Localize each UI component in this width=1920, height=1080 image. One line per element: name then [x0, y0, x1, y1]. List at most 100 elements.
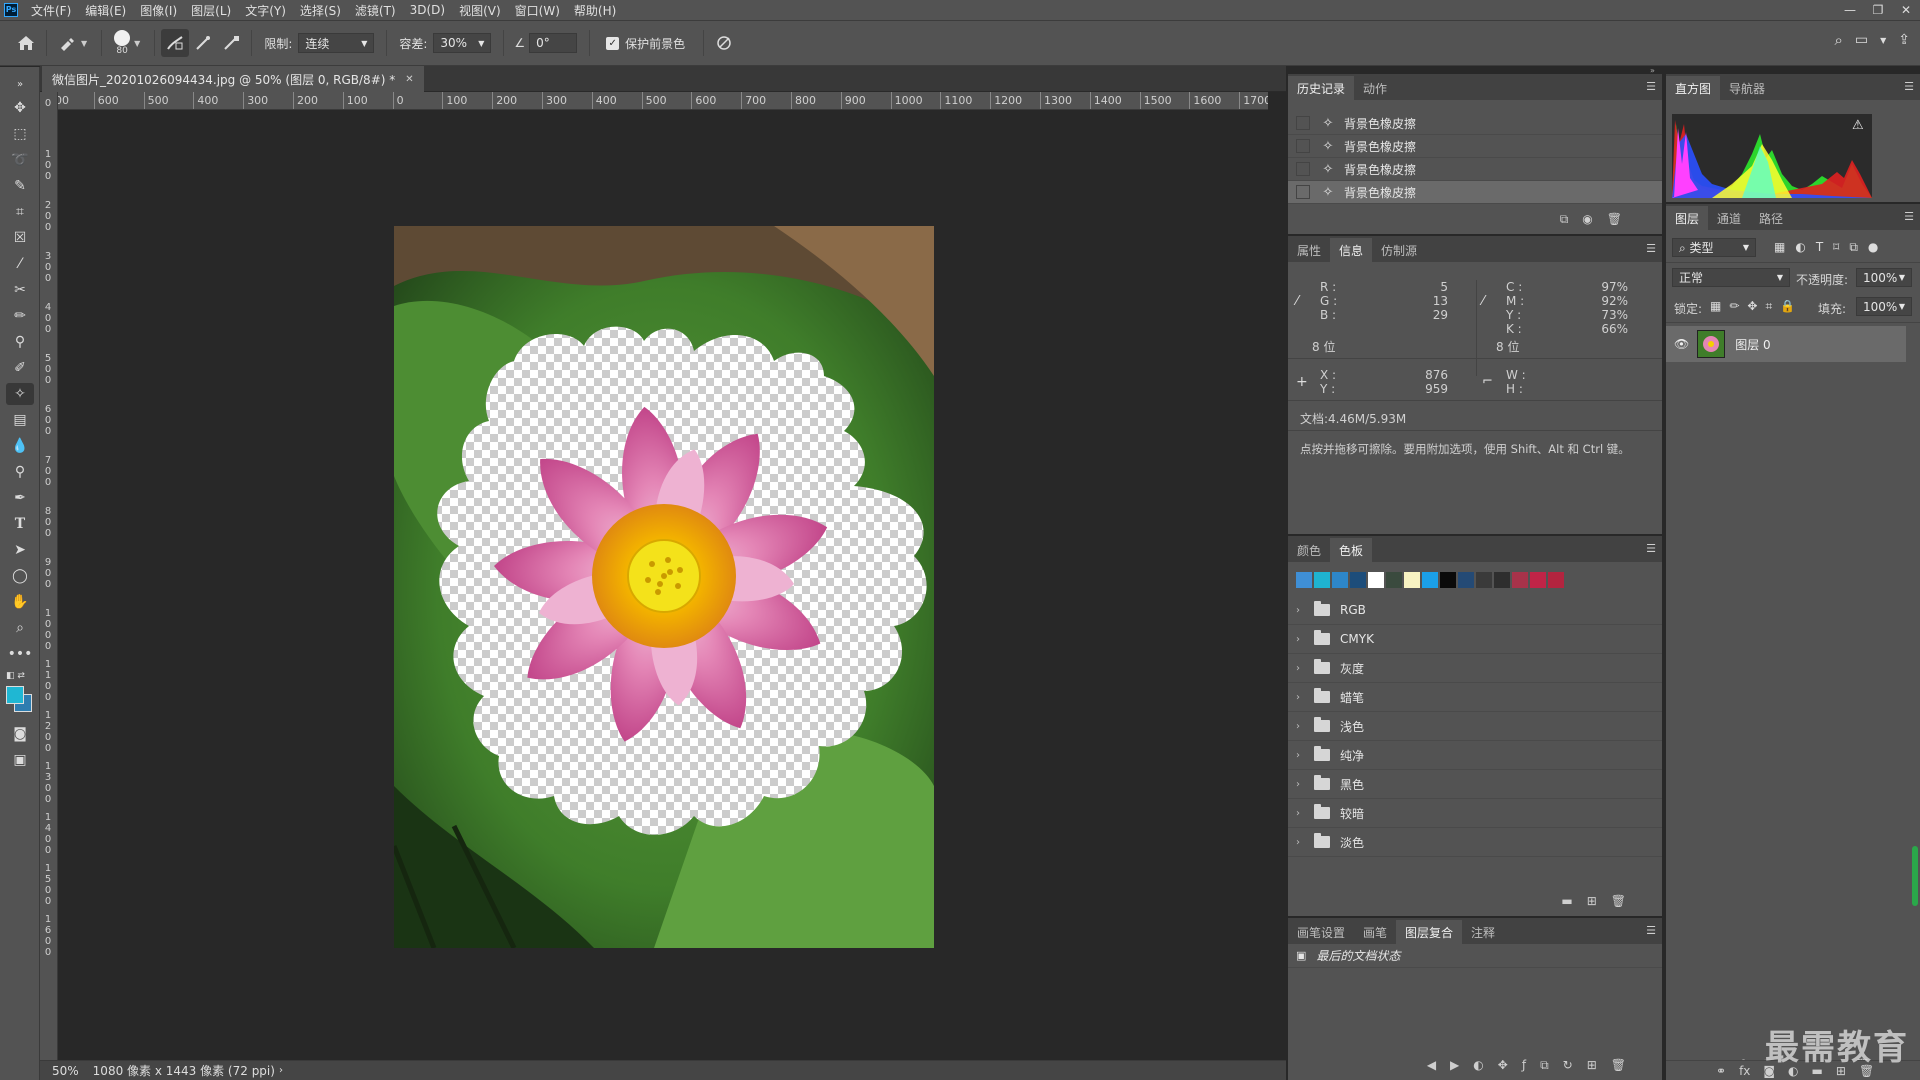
- tab-clone-source[interactable]: 仿制源: [1372, 238, 1426, 262]
- layer-filter-select[interactable]: ⌕ 类型 ▼: [1672, 238, 1756, 257]
- tab-swatches[interactable]: 色板: [1330, 538, 1373, 562]
- layer-row[interactable]: 👁 图层 0: [1666, 326, 1906, 362]
- horizontal-ruler[interactable]: 7006005004003002001000100200300400500600…: [58, 92, 1268, 110]
- blur-tool-icon[interactable]: 💧: [6, 435, 34, 457]
- ellipse-tool-icon[interactable]: ◯: [6, 565, 34, 587]
- history-item[interactable]: ✧ 背景色橡皮擦: [1288, 112, 1662, 135]
- history-snapshot-checkbox[interactable]: [1296, 116, 1310, 130]
- apply-comp-icon[interactable]: ▣: [1296, 949, 1306, 962]
- color-swatch[interactable]: [1296, 572, 1312, 588]
- gradient-tool-icon[interactable]: ▤: [6, 409, 34, 431]
- minimize-icon[interactable]: —: [1836, 0, 1864, 20]
- color-swatch[interactable]: [1332, 572, 1348, 588]
- menu-help[interactable]: 帮助(H): [567, 2, 623, 19]
- swatch-group[interactable]: › 黑色: [1288, 770, 1662, 799]
- filter-shape-icon[interactable]: ⌑: [1833, 240, 1839, 255]
- scrollbar-thumb[interactable]: [1912, 846, 1918, 906]
- position-comp-icon[interactable]: ✥: [1498, 1058, 1508, 1073]
- trash-icon[interactable]: 🗑: [1611, 1058, 1626, 1073]
- menu-window[interactable]: 窗口(W): [508, 2, 567, 19]
- quick-mask-icon[interactable]: ◙: [6, 723, 34, 745]
- default-colors-icon[interactable]: ◧ ⇄: [6, 671, 25, 681]
- menu-image[interactable]: 图像(I): [133, 2, 184, 19]
- brush-picker[interactable]: 80: [114, 30, 131, 56]
- lock-pixels-icon[interactable]: ✏: [1729, 299, 1739, 314]
- chevron-right-icon[interactable]: ›: [1296, 692, 1306, 703]
- chevron-right-icon[interactable]: ›: [1296, 634, 1306, 645]
- history-item-selected[interactable]: ✧ 背景色橡皮擦: [1288, 181, 1662, 204]
- history-snapshot-checkbox[interactable]: [1296, 162, 1310, 176]
- blend-mode-select[interactable]: 正常 ▼: [1672, 268, 1790, 287]
- chevron-right-icon[interactable]: ›: [1296, 663, 1306, 674]
- document-canvas[interactable]: [394, 226, 934, 948]
- tab-navigator[interactable]: 导航器: [1720, 76, 1774, 100]
- color-swatch[interactable]: [1458, 572, 1474, 588]
- tab-paths[interactable]: 路径: [1750, 206, 1792, 230]
- tolerance-input[interactable]: 30% ▼: [433, 33, 492, 53]
- swatch-group[interactable]: › CMYK: [1288, 625, 1662, 654]
- type-tool-icon[interactable]: T: [6, 513, 34, 535]
- swatch-group[interactable]: › 蜡笔: [1288, 683, 1662, 712]
- swatch-group[interactable]: › 浅色: [1288, 712, 1662, 741]
- smart-object-comp-icon[interactable]: ⧉: [1540, 1058, 1549, 1073]
- frame-tool-icon[interactable]: ☒: [6, 227, 34, 249]
- swatch-group[interactable]: › 较暗: [1288, 799, 1662, 828]
- panel-menu-icon[interactable]: ☰: [1904, 80, 1914, 93]
- color-swatch[interactable]: [1422, 572, 1438, 588]
- chevron-right-icon[interactable]: ›: [279, 1065, 283, 1076]
- share-icon[interactable]: ⇪: [1898, 32, 1910, 48]
- color-swatch[interactable]: [1512, 572, 1528, 588]
- zoom-level[interactable]: 50%: [52, 1064, 79, 1078]
- marquee-tool-icon[interactable]: ⬚: [6, 123, 34, 145]
- path-select-tool-icon[interactable]: ➤: [6, 539, 34, 561]
- filter-adjustment-icon[interactable]: ◐: [1795, 240, 1805, 255]
- tab-brushes[interactable]: 画笔: [1354, 920, 1396, 944]
- color-swatch[interactable]: [1440, 572, 1456, 588]
- color-swatch[interactable]: [1548, 572, 1564, 588]
- history-item[interactable]: ✧ 背景色橡皮擦: [1288, 135, 1662, 158]
- previous-comp-icon[interactable]: ◀: [1427, 1058, 1436, 1073]
- update-comp-icon[interactable]: ↻: [1563, 1058, 1573, 1073]
- opacity-input[interactable]: 100% ▼: [1856, 268, 1912, 287]
- filter-smart-object-icon[interactable]: ⧉: [1849, 240, 1858, 255]
- history-brush-tool-icon[interactable]: ✐: [6, 357, 34, 379]
- chevron-right-icon[interactable]: ›: [1296, 779, 1306, 790]
- color-swatch[interactable]: [1350, 572, 1366, 588]
- pressure-size-icon[interactable]: [710, 29, 738, 57]
- new-document-from-state-icon[interactable]: ⧉: [1560, 212, 1569, 227]
- brush-tool-icon[interactable]: ✏: [6, 305, 34, 327]
- dodge-tool-icon[interactable]: ⚲: [6, 461, 34, 483]
- pen-tool-icon[interactable]: ✒: [6, 487, 34, 509]
- document-tab[interactable]: 微信图片_20201026094434.jpg @ 50% (图层 0, RGB…: [42, 66, 424, 92]
- tab-actions[interactable]: 动作: [1354, 76, 1396, 100]
- color-swatch[interactable]: [1368, 572, 1384, 588]
- sampling-once-icon[interactable]: [189, 29, 217, 57]
- swatch-group[interactable]: › RGB: [1288, 596, 1662, 625]
- lock-all-icon[interactable]: 🔒: [1780, 299, 1795, 314]
- swatch-group[interactable]: › 淡色: [1288, 828, 1662, 857]
- sampling-background-icon[interactable]: [217, 29, 245, 57]
- menu-view[interactable]: 视图(V): [452, 2, 508, 19]
- next-comp-icon[interactable]: ▶: [1450, 1058, 1459, 1073]
- move-tool-icon[interactable]: ✥: [6, 97, 34, 119]
- chevron-right-icon[interactable]: ›: [1296, 837, 1306, 848]
- chevron-right-icon[interactable]: ›: [1296, 750, 1306, 761]
- tab-layer-comps[interactable]: 图层复合: [1396, 920, 1463, 944]
- chevron-right-icon[interactable]: ›: [1296, 721, 1306, 732]
- new-comp-icon[interactable]: ⊞: [1587, 1058, 1597, 1073]
- menu-layer[interactable]: 图层(L): [184, 2, 238, 19]
- chevron-right-icon[interactable]: ›: [1296, 605, 1306, 616]
- menu-type[interactable]: 文字(Y): [238, 2, 293, 19]
- swatch-group[interactable]: › 纯净: [1288, 741, 1662, 770]
- new-folder-icon[interactable]: ▬: [1561, 894, 1572, 908]
- menu-filter[interactable]: 滤镜(T): [348, 2, 403, 19]
- tab-channels[interactable]: 通道: [1708, 206, 1750, 230]
- history-snapshot-checkbox[interactable]: [1296, 185, 1310, 199]
- search-icon[interactable]: ⌕: [1834, 31, 1842, 49]
- filter-toggle-icon[interactable]: ●: [1868, 240, 1878, 255]
- history-scrolled-item[interactable]: [1288, 100, 1662, 112]
- new-swatch-icon[interactable]: ⊞: [1587, 894, 1597, 908]
- screen-mode-icon[interactable]: ▣: [6, 749, 34, 771]
- tab-layers[interactable]: 图层: [1666, 206, 1709, 230]
- trash-icon[interactable]: 🗑: [1607, 212, 1622, 227]
